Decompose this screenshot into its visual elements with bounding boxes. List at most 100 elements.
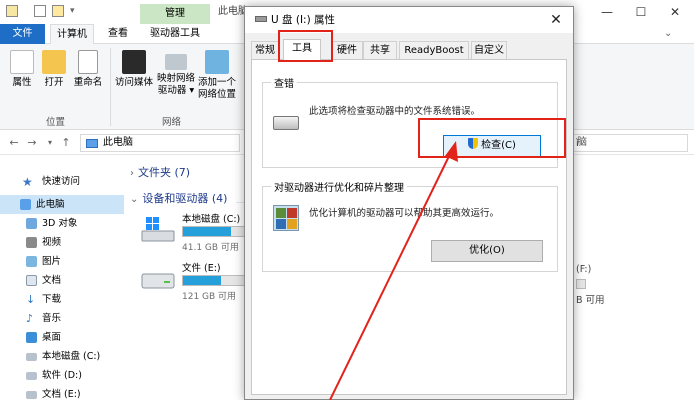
media-icon <box>122 50 146 74</box>
usb-drive-icon <box>255 16 267 22</box>
rename-icon <box>78 50 98 74</box>
drive-usage-bar <box>182 226 246 237</box>
address-input[interactable]: 此电脑 <box>80 134 240 152</box>
drive-d-icon <box>26 372 37 380</box>
drive-name: 文件 (E:) <box>182 263 221 274</box>
optimize-description: 优化计算机的驱动器可以帮助其更高效运行。 <box>309 208 500 219</box>
nav-item-label: 文档 <box>42 275 62 286</box>
error-check-group: 查错 此选项将检查驱动器中的文件系统错误。 检查(C) <box>262 75 558 168</box>
tab-drive-tools[interactable]: 驱动器工具 <box>144 24 206 44</box>
drive-usage-bar <box>182 275 246 286</box>
rename-button[interactable]: 重命名 <box>68 50 108 89</box>
access-media-button[interactable]: 访问媒体 <box>112 50 156 89</box>
videos-icon <box>26 237 37 248</box>
error-check-title: 查错 <box>271 75 297 90</box>
nav-item-label: 软件 (D:) <box>42 370 82 381</box>
group-location-label: 位置 <box>46 117 66 128</box>
check-button-label: 检查(C) <box>481 140 516 151</box>
forward-arrow-icon[interactable]: → <box>24 135 40 151</box>
nav-item-label: 图片 <box>42 256 62 267</box>
add-network-location-label: 添加一个 网络位置 <box>197 77 236 100</box>
tab-general[interactable]: 常规 <box>251 41 279 59</box>
map-drive-label: 映射网络 驱动器 ▾ <box>156 73 195 96</box>
nav-item-videos[interactable]: 视频 <box>0 233 124 252</box>
partial-text: ì <box>576 138 579 149</box>
nav-item-this-pc[interactable]: 此电脑 <box>0 195 124 214</box>
tab-sharing[interactable]: 共享 <box>363 41 397 59</box>
section-devices[interactable]: ⌄ 设备和驱动器 (4) <box>130 190 227 206</box>
nav-item-pictures[interactable]: 图片 <box>0 252 124 271</box>
nav-item-documents[interactable]: 文档 <box>0 271 124 290</box>
recent-dropdown-icon[interactable]: ▾ <box>42 135 58 151</box>
tab-view[interactable]: 查看 <box>102 24 134 44</box>
optimize-group: 对驱动器进行优化和碎片整理 优化计算机的驱动器可以帮助其更高效运行。 优化(O) <box>262 179 558 272</box>
pictures-icon <box>26 256 37 267</box>
hard-drive-icon <box>273 116 299 130</box>
nav-item-music[interactable]: ♪ 音乐 <box>0 309 124 328</box>
section-folders-label: 文件夹 (7) <box>138 166 191 179</box>
optimize-title: 对驱动器进行优化和碎片整理 <box>271 179 407 194</box>
chevron-right-icon: › <box>130 168 134 179</box>
tab-computer[interactable]: 计算机 <box>50 24 94 44</box>
nav-item-downloads[interactable]: ↓ 下载 <box>0 290 124 309</box>
tab-hardware[interactable]: 硬件 <box>331 41 363 59</box>
tab-customize[interactable]: 自定义 <box>471 41 507 59</box>
open-label: 打开 <box>44 77 64 88</box>
section-folders[interactable]: › 文件夹 (7) <box>130 164 190 180</box>
tab-tools[interactable]: 工具 <box>283 39 321 60</box>
maximize-button[interactable]: ☐ <box>626 2 656 22</box>
add-network-location-button[interactable]: 添加一个 网络位置 <box>196 50 238 101</box>
partial-drive-name: (F:) <box>576 264 592 275</box>
map-drive-button[interactable]: 映射网络 驱动器 ▾ <box>156 50 196 97</box>
shield-icon <box>468 138 479 149</box>
windows-drive-icon <box>140 215 176 243</box>
new-folder-icon[interactable] <box>52 5 64 17</box>
optimize-button[interactable]: 优化(O) <box>431 240 543 262</box>
right-content-partial: ì (F:) B 可用 <box>574 132 694 400</box>
drive-usage-fill <box>183 227 232 236</box>
manage-context-tab[interactable]: 管理 <box>140 4 210 24</box>
pc-icon <box>86 139 98 148</box>
tab-file[interactable]: 文件 <box>0 24 45 44</box>
nav-item-desktop[interactable]: 桌面 <box>0 328 124 347</box>
nav-item-label: 音乐 <box>42 313 62 324</box>
check-button[interactable]: 检查(C) <box>443 135 541 157</box>
drive-c-icon <box>26 353 37 361</box>
properties-dialog: U 盘 (I:) 属性 ✕ 常规 工具 硬件 共享 ReadyBoost 自定义… <box>244 6 574 400</box>
ribbon-collapse-icon[interactable]: ⌄ <box>664 28 672 39</box>
nav-item-drive-e[interactable]: 文档 (E:) <box>0 385 124 400</box>
nav-item-label: 桌面 <box>42 332 62 343</box>
map-drive-icon <box>165 54 187 70</box>
nav-item-label: 视频 <box>42 237 62 248</box>
nav-item-label: 本地磁盘 (C:) <box>42 351 101 362</box>
close-button[interactable]: ✕ <box>660 2 690 22</box>
chevron-down-icon: ⌄ <box>130 194 139 205</box>
dialog-close-button[interactable]: ✕ <box>539 7 573 33</box>
dialog-tabs: 常规 工具 硬件 共享 ReadyBoost 自定义 <box>251 39 567 60</box>
pc-icon <box>20 199 31 210</box>
drive-c-tile[interactable]: 本地磁盘 (C:) 41.1 GB 可用 <box>140 211 246 259</box>
properties-check-icon[interactable] <box>34 5 46 17</box>
nav-item-drive-c[interactable]: 本地磁盘 (C:) <box>0 347 124 366</box>
documents-icon <box>26 275 37 286</box>
hard-drive-icon <box>140 264 176 292</box>
nav-item-label: 文档 (E:) <box>42 389 81 400</box>
drive-usage-fill <box>183 276 222 285</box>
back-arrow-icon[interactable]: ← <box>6 135 22 151</box>
nav-item-label: 此电脑 <box>36 199 65 210</box>
nav-item-quick-access[interactable]: ★ 快速访问 <box>0 172 124 191</box>
up-arrow-icon[interactable]: ↑ <box>58 135 74 151</box>
minimize-button[interactable]: — <box>592 2 622 22</box>
nav-item-drive-d[interactable]: 软件 (D:) <box>0 366 124 385</box>
quick-access-dropdown-icon[interactable]: ▾ <box>70 6 75 16</box>
nav-item-label: 3D 对象 <box>42 218 78 229</box>
drive-e-tile[interactable]: 文件 (E:) 121 GB 可用 <box>140 260 246 308</box>
open-folder-icon <box>42 50 66 74</box>
desktop-icon <box>26 332 37 343</box>
drive-e-icon <box>26 391 37 399</box>
nav-item-3d-objects[interactable]: 3D 对象 <box>0 214 124 233</box>
error-check-description: 此选项将检查驱动器中的文件系统错误。 <box>309 106 481 117</box>
dialog-body: 查错 此选项将检查驱动器中的文件系统错误。 检查(C) 对驱动器进行优化和碎片整… <box>251 59 567 395</box>
rename-label: 重命名 <box>73 77 103 88</box>
tab-readyboost[interactable]: ReadyBoost <box>399 41 469 59</box>
